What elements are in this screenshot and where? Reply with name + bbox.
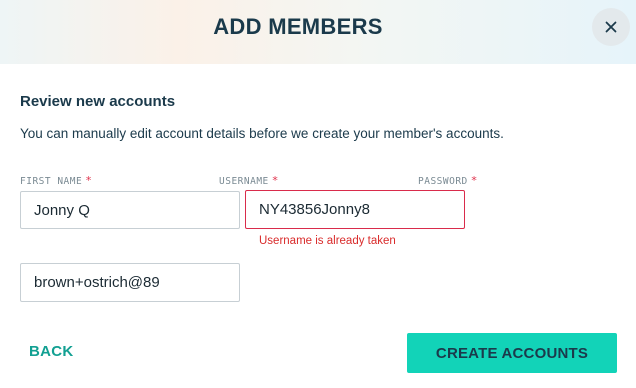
close-button[interactable] [592,8,630,46]
username-error-message: Username is already taken [259,235,396,247]
back-button[interactable]: BACK [29,343,74,360]
section-description: You can manually edit account details be… [20,126,504,141]
password-input[interactable] [20,263,240,302]
add-members-modal: ADD MEMBERS Review new accounts You can … [0,0,636,388]
username-label: USERNAME * [219,174,279,187]
create-accounts-label: CREATE ACCOUNTS [435,344,589,362]
required-marker: * [271,174,279,187]
first-name-label: FIRST NAME * [20,174,92,187]
section-title: Review new accounts [20,93,176,110]
create-accounts-button[interactable]: CREATE ACCOUNTS [407,333,617,373]
password-label-text: PASSWORD [418,176,468,187]
modal-header: ADD MEMBERS [0,0,636,64]
close-icon [605,21,617,33]
first-name-input[interactable] [20,191,240,229]
password-label: PASSWORD * [418,174,478,187]
modal-title: ADD MEMBERS [213,14,383,39]
username-input[interactable] [245,190,465,229]
required-marker: * [470,174,478,187]
first-name-label-text: FIRST NAME [20,176,83,187]
required-marker: * [85,174,93,187]
username-label-text: USERNAME [219,176,269,187]
